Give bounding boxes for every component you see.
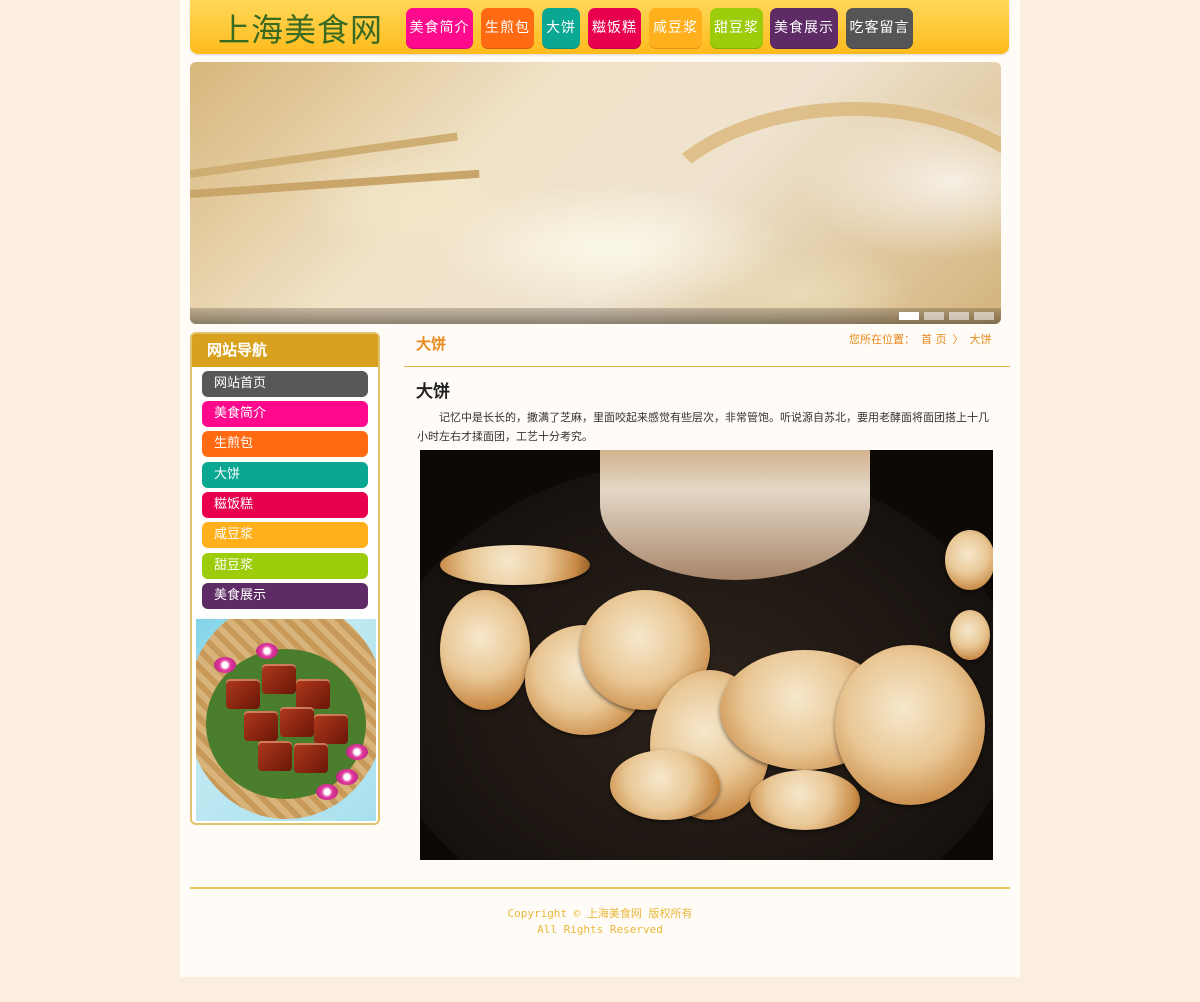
site-header: 上海美食网 美食简介 生煎包 大饼 糍饭糕 咸豆浆 甜豆浆 美食展示 吃客留言 [190,0,1009,54]
slide-dot-1[interactable] [899,312,919,320]
top-nav-item-guestbook[interactable]: 吃客留言 [846,8,913,49]
top-nav-item-intro[interactable]: 美食简介 [406,8,473,49]
sidebar-nav: 网站导航 网站首页 美食简介 生煎包 大饼 糍饭糕 咸豆浆 甜豆浆 美食展示 [190,332,380,825]
orchid-flower [214,657,236,673]
footer-rights: All Rights Reserved [537,923,663,936]
slide-dot-2[interactable] [924,312,944,320]
orchid-flower [316,784,338,800]
sidebar-item-dabing[interactable]: 大饼 [202,462,368,488]
pork-cube [226,679,260,709]
flatbread [610,750,720,820]
orchid-flower [346,744,368,760]
banner-indicator-strip [190,308,1001,324]
top-nav-item-shengjianbao[interactable]: 生煎包 [481,8,534,49]
flatbread [750,770,860,830]
sidebar-item-sweet-soymilk[interactable]: 甜豆浆 [202,553,368,579]
pork-cube [258,741,292,771]
flatbread [835,645,985,805]
content-divider [404,366,1010,367]
slide-dot-3[interactable] [949,312,969,320]
page: 上海美食网 美食简介 生煎包 大饼 糍饭糕 咸豆浆 甜豆浆 美食展示 吃客留言 … [180,0,1020,977]
sidebar-item-salty-soymilk[interactable]: 咸豆浆 [202,522,368,548]
pork-cube [244,711,278,741]
orchid-flower [336,769,358,785]
flatbread [945,530,993,590]
sidebar-item-shengjianbao[interactable]: 生煎包 [202,431,368,457]
breadcrumb-current: 大饼 [969,333,992,346]
top-nav-item-cifangao[interactable]: 糍饭糕 [588,8,641,49]
sidebar-item-home[interactable]: 网站首页 [202,371,368,397]
footer-copyright: Copyright © 上海美食网 版权所有 [507,907,693,920]
sidebar-item-cifangao[interactable]: 糍饭糕 [202,492,368,518]
pork-cube [296,679,330,709]
slide-dot-4[interactable] [974,312,994,320]
flatbread [950,610,990,660]
orchid-flower [256,643,278,659]
flatbread [440,545,590,585]
article-text: 记忆中是长长的，撒满了芝麻，里面咬起来感觉有些层次，非常管饱。听说源自苏北，要用… [417,411,989,443]
top-nav-item-salty-soymilk[interactable]: 咸豆浆 [649,8,702,49]
top-nav-item-showcase[interactable]: 美食展示 [770,8,838,49]
top-nav-item-dabing[interactable]: 大饼 [542,8,580,49]
breadcrumb: 您所在位置： 首 页〉大饼 [849,332,998,348]
section-title: 大饼 [416,335,447,353]
sidebar-item-showcase[interactable]: 美食展示 [202,583,368,609]
sidebar-item-intro[interactable]: 美食简介 [202,401,368,427]
chopstick-upper [190,132,458,178]
breadcrumb-home-link[interactable]: 首 页 [921,333,947,346]
dabing-photo [420,450,993,860]
braised-pork-image [196,619,376,821]
sidebar-title: 网站导航 [192,334,378,367]
footer-divider [190,887,1010,889]
top-nav-item-sweet-soymilk[interactable]: 甜豆浆 [710,8,763,49]
breadcrumb-prefix: 您所在位置： [849,333,915,346]
banner-slideshow[interactable] [190,62,1001,324]
pork-cube [314,714,348,744]
flatbread [440,590,530,710]
pork-cube [262,664,296,694]
site-logo[interactable]: 上海美食网 [218,10,383,50]
chopstick-lower [190,169,480,198]
article-title: 大饼 [416,382,450,402]
steamer-rim [630,102,1001,324]
pork-cube [294,743,328,773]
breadcrumb-separator: 〉 [952,333,964,346]
pork-cube [280,707,314,737]
